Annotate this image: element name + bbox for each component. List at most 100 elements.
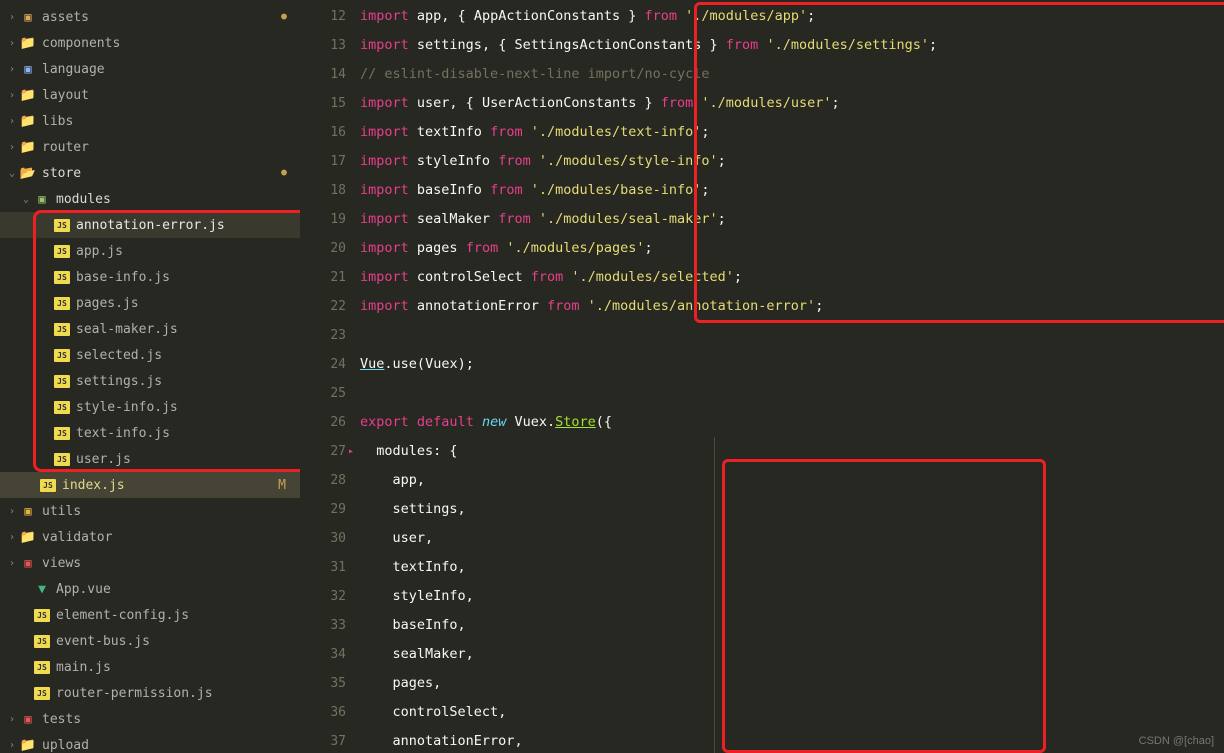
- file-explorer[interactable]: ›▣assets•›📁components›▣language›📁layout›…: [0, 0, 300, 753]
- js-icon: JS: [54, 451, 70, 467]
- tree-item-upload[interactable]: ›📁upload: [0, 732, 300, 753]
- chevron-icon: ›: [6, 506, 18, 517]
- tree-item-App-vue[interactable]: ▼App.vue: [0, 576, 300, 602]
- code-line[interactable]: import styleInfo from './modules/style-i…: [360, 147, 1224, 176]
- tree-item-libs[interactable]: ›📁libs: [0, 108, 300, 134]
- code-line[interactable]: import pages from './modules/pages';: [360, 234, 1224, 263]
- tree-item-router-permission-js[interactable]: JSrouter-permission.js: [0, 680, 300, 706]
- code-line[interactable]: textInfo,: [360, 553, 1224, 582]
- code-line[interactable]: import textInfo from './modules/text-inf…: [360, 118, 1224, 147]
- tree-item-utils[interactable]: ›▣utils: [0, 498, 300, 524]
- token-ident: user: [409, 95, 450, 111]
- token-punct: .: [547, 414, 555, 430]
- token-str: './modules/base-info': [531, 182, 702, 198]
- token-kw-from: from: [490, 182, 523, 198]
- folder-icon: 📁: [20, 35, 36, 51]
- folder-icon: ▣: [20, 555, 36, 571]
- line-number: 29: [300, 495, 346, 524]
- fold-marker-icon[interactable]: ▸: [348, 437, 354, 466]
- token-punct: , {: [482, 37, 515, 53]
- file-name: main.js: [56, 660, 300, 675]
- token-punct: ,: [458, 559, 466, 575]
- file-name: app.js: [76, 244, 300, 259]
- token-punct: ;: [734, 269, 742, 285]
- folder-icon: 📁: [20, 139, 36, 155]
- folder-open-icon: 📂: [20, 165, 36, 181]
- code-line[interactable]: import baseInfo from './modules/base-inf…: [360, 176, 1224, 205]
- token-punct: .: [384, 356, 392, 372]
- file-name: selected.js: [76, 348, 300, 363]
- tree-item-modules[interactable]: ⌄▣modules: [0, 186, 300, 212]
- code-line[interactable]: [360, 321, 1224, 350]
- token-ident: textInfo: [393, 559, 458, 575]
- line-number: 20: [300, 234, 346, 263]
- code-line[interactable]: import annotationError from './modules/a…: [360, 292, 1224, 321]
- chevron-icon: ⌄: [6, 168, 18, 179]
- code-line[interactable]: pages,: [360, 669, 1224, 698]
- line-number: 16: [300, 118, 346, 147]
- line-number: 30: [300, 524, 346, 553]
- token-punct: [360, 675, 393, 691]
- tree-item-user-js[interactable]: JSuser.js: [0, 446, 300, 472]
- tree-item-settings-js[interactable]: JSsettings.js: [0, 368, 300, 394]
- code-line[interactable]: import settings, { SettingsActionConstan…: [360, 31, 1224, 60]
- code-line[interactable]: user,: [360, 524, 1224, 553]
- code-line[interactable]: export default new Vuex.Store({: [360, 408, 1224, 437]
- tree-item-components[interactable]: ›📁 components: [0, 30, 300, 56]
- code-line[interactable]: import controlSelect from './modules/sel…: [360, 263, 1224, 292]
- token-str: './modules/app': [685, 8, 807, 24]
- token-punct: ;: [645, 240, 653, 256]
- tree-item-annotation-error-js[interactable]: JSannotation-error.js: [0, 212, 300, 238]
- chevron-icon: ›: [6, 90, 18, 101]
- tree-item-views[interactable]: ›▣views: [0, 550, 300, 576]
- tree-item-pages-js[interactable]: JSpages.js: [0, 290, 300, 316]
- tree-item-app-js[interactable]: JS app.js: [0, 238, 300, 264]
- tree-item-validator[interactable]: ›📁validator: [0, 524, 300, 550]
- code-line[interactable]: import sealMaker from './modules/seal-ma…: [360, 205, 1224, 234]
- tree-item-index-js[interactable]: JSindex.jsM: [0, 472, 300, 498]
- chevron-icon: ›: [6, 38, 18, 49]
- tree-item-layout[interactable]: ›📁layout: [0, 82, 300, 108]
- tree-item-selected-js[interactable]: JSselected.js: [0, 342, 300, 368]
- token-punct: ;: [815, 298, 823, 314]
- code-line[interactable]: import app, { AppActionConstants } from …: [360, 2, 1224, 31]
- code-line[interactable]: styleInfo,: [360, 582, 1224, 611]
- token-punct: ;: [831, 95, 839, 111]
- tree-item-seal-maker-js[interactable]: JSseal-maker.js: [0, 316, 300, 342]
- tree-item-event-bus-js[interactable]: JSevent-bus.js: [0, 628, 300, 654]
- tree-item-store[interactable]: ⌄📂store•: [0, 160, 300, 186]
- tree-item-base-info-js[interactable]: JSbase-info.js: [0, 264, 300, 290]
- code-area[interactable]: import app, { AppActionConstants } from …: [360, 0, 1224, 753]
- code-line[interactable]: annotationError,: [360, 727, 1224, 753]
- token-kw-default: default: [417, 414, 474, 430]
- file-name: utils: [42, 504, 300, 519]
- code-editor[interactable]: 1213141516171819202122232425262728293031…: [300, 0, 1224, 753]
- tree-item-text-info-js[interactable]: JStext-info.js: [0, 420, 300, 446]
- file-name: components: [42, 36, 300, 51]
- code-line[interactable]: ▸ modules: {: [360, 437, 1224, 466]
- tree-item-style-info-js[interactable]: JSstyle-info.js: [0, 394, 300, 420]
- code-line[interactable]: app,: [360, 466, 1224, 495]
- tree-item-element-config-js[interactable]: JSelement-config.js: [0, 602, 300, 628]
- chevron-icon: ›: [6, 12, 18, 23]
- code-line[interactable]: Vue.use(Vuex);: [360, 350, 1224, 379]
- folder-icon: 📁: [20, 113, 36, 129]
- tree-item-tests[interactable]: ›▣tests: [0, 706, 300, 732]
- tree-item-language[interactable]: ›▣language: [0, 56, 300, 82]
- code-line[interactable]: controlSelect,: [360, 698, 1224, 727]
- code-line[interactable]: import user, { UserActionConstants } fro…: [360, 89, 1224, 118]
- tree-item-assets[interactable]: ›▣assets•: [0, 4, 300, 30]
- indent-guide: [714, 437, 715, 753]
- code-line[interactable]: [360, 379, 1224, 408]
- tree-item-main-js[interactable]: JSmain.js: [0, 654, 300, 680]
- folder-icon: ▣: [20, 9, 36, 25]
- code-line[interactable]: settings,: [360, 495, 1224, 524]
- tree-item-router[interactable]: ›📁router: [0, 134, 300, 160]
- token-punct: );: [458, 356, 474, 372]
- token-kw-export: export: [360, 414, 409, 430]
- code-line[interactable]: baseInfo,: [360, 611, 1224, 640]
- code-line[interactable]: // eslint-disable-next-line import/no-cy…: [360, 60, 1224, 89]
- js-icon: JS: [54, 243, 70, 259]
- code-line[interactable]: sealMaker,: [360, 640, 1224, 669]
- js-icon: JS: [34, 685, 50, 701]
